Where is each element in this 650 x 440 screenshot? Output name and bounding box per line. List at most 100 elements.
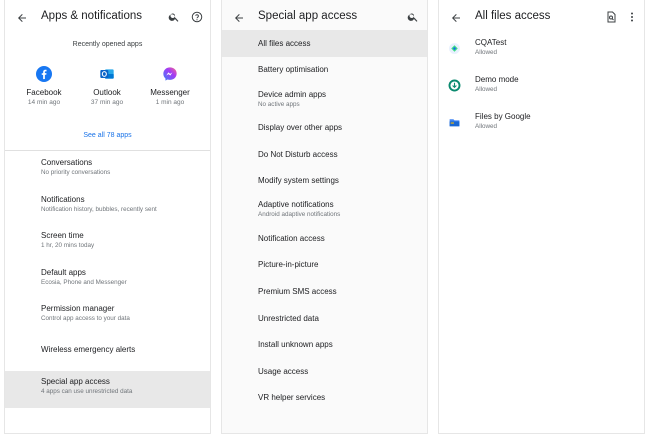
outlook-icon [100,69,114,79]
item-subtitle: 1 hr, 20 mins today [41,242,95,249]
item-subtitle: Control app access to your data [41,315,130,322]
item-subtitle: Android adaptive notifications [258,211,341,219]
item-title: Conversations [41,158,93,167]
item-subtitle: Notification history, bubbles, recently … [41,205,157,213]
list-item-special-app-access[interactable]: Special app access 4 apps can use unrest… [5,371,210,408]
item-title: Permission manager [41,304,115,313]
item-title: VR helper services [258,393,326,403]
recent-app-facebook[interactable]: Facebook 14 min ago [11,66,77,106]
facebook-icon [36,66,52,82]
item-title: Battery optimisation [258,65,329,75]
item-title: Modify system settings [258,176,339,186]
item-title: Do Not Disturb access [258,149,338,159]
list-item-demo-mode[interactable]: Demo mode Allowed [439,71,644,108]
item-subtitle: No priority conversations [41,169,111,176]
back-button[interactable] [13,9,31,27]
recent-apps-heading: Recently opened apps [72,41,143,48]
list-item-default-apps[interactable]: Default apps Ecosia, Phone and Messenger [5,262,210,299]
list-item-modify-system-settings[interactable]: Modify system settings [222,167,427,194]
item-subtitle: 4 apps can use unrestricted data [41,388,133,395]
list-item-screen-time[interactable]: Screen time 1 hr, 20 mins today [5,225,210,262]
see-all-apps-link[interactable]: See all 78 apps [5,132,210,139]
app-time: 1 min ago [155,99,185,106]
list-item-device-admin-apps[interactable]: Device admin apps No active apps [222,83,427,114]
item-title: Premium SMS access [258,286,337,296]
special-app-access-screen: Special app access All files access Batt… [222,0,427,433]
item-title: All files access [258,38,311,48]
search-icon [168,13,179,22]
app-name: Messenger [150,88,190,97]
more-vert-icon [631,12,633,22]
special-access-list: All files access Battery optimisation De… [222,30,427,411]
settings-list: Conversations No priority conversations … [5,152,210,408]
list-item-display-over-other-apps[interactable]: Display over other apps [222,114,427,141]
list-item-usage-access[interactable]: Usage access [222,358,427,385]
list-item-unrestricted-data[interactable]: Unrestricted data [222,305,427,332]
app-bar: Apps & notifications [5,0,210,34]
list-item-wireless-emergency-alerts[interactable]: Wireless emergency alerts [5,335,210,372]
list-item-notification-access[interactable]: Notification access [222,225,427,252]
item-title: CQATest [475,38,507,47]
all-files-access-screen: All files access CQATest Allowed Demo mo… [439,0,644,433]
apps-notifications-screen: Apps & notifications Recently opened app… [5,0,210,433]
item-title: Adaptive notifications [258,200,334,210]
list-item-cqatest[interactable]: CQATest Allowed [439,34,644,71]
app-bar: Special app access [222,0,427,34]
list-item-vr-helper-services[interactable]: VR helper services [222,385,427,412]
search-button[interactable] [166,9,182,25]
item-subtitle: Allowed [475,123,498,130]
list-item-notifications[interactable]: Notifications Notification history, bubb… [5,189,210,226]
recent-app-outlook[interactable]: Outlook 37 min ago [74,66,140,106]
recent-apps: Facebook 14 min ago Outlook 37 min ago M… [5,66,210,116]
item-subtitle: Allowed [475,86,498,93]
item-title: Files by Google [475,112,531,121]
app-name: Outlook [93,88,121,97]
item-title: Picture-in-picture [258,260,319,270]
page-title: All files access [475,10,551,22]
messenger-icon [163,67,177,81]
item-title: Screen time [41,231,84,240]
more-options-button[interactable] [624,9,640,25]
help-button[interactable] [189,9,205,25]
arrow-back-icon [18,14,26,22]
divider [5,150,210,151]
list-item-files-by-google[interactable]: Files by Google Allowed [439,108,644,145]
item-title: Install unknown apps [258,340,333,350]
item-title: Usage access [258,366,309,376]
search-document-icon [607,11,616,23]
files-by-google-icon [449,119,460,127]
item-subtitle: No active apps [258,100,300,108]
item-subtitle: Allowed [475,49,498,56]
item-title: Display over other apps [258,122,343,132]
app-name: Facebook [26,88,62,97]
item-title: Unrestricted data [258,313,319,323]
item-title: Device admin apps [258,89,327,99]
list-item-premium-sms-access[interactable]: Premium SMS access [222,278,427,305]
list-item-do-not-disturb-access[interactable]: Do Not Disturb access [222,141,427,168]
back-button[interactable] [447,9,465,27]
list-item-battery-optimisation[interactable]: Battery optimisation [222,57,427,84]
search-icon [407,13,418,22]
page-title: Apps & notifications [41,10,143,22]
list-item-permission-manager[interactable]: Permission manager Control app access to… [5,298,210,335]
list-item-install-unknown-apps[interactable]: Install unknown apps [222,331,427,358]
page-title: Special app access [258,10,358,22]
item-title: Demo mode [475,75,519,84]
back-button[interactable] [230,9,248,27]
help-icon [191,11,203,23]
list-item-adaptive-notifications[interactable]: Adaptive notifications Android adaptive … [222,194,427,225]
app-list: CQATest Allowed Demo mode Allowed Files … [439,34,644,145]
item-title: Notification access [258,233,325,243]
list-item-all-files-access[interactable]: All files access [222,30,427,57]
item-title: Default apps [41,267,86,277]
search-apps-button[interactable] [603,9,619,25]
item-title: Wireless emergency alerts [41,344,136,354]
list-item-conversations[interactable]: Conversations No priority conversations [5,152,210,189]
recent-app-messenger[interactable]: Messenger 1 min ago [137,66,203,106]
item-subtitle: Ecosia, Phone and Messenger [41,278,127,286]
demo-mode-icon [448,79,461,92]
arrow-back-icon [235,14,243,22]
item-title: Notifications [41,194,85,204]
list-item-picture-in-picture[interactable]: Picture-in-picture [222,252,427,279]
search-button[interactable] [405,9,421,25]
